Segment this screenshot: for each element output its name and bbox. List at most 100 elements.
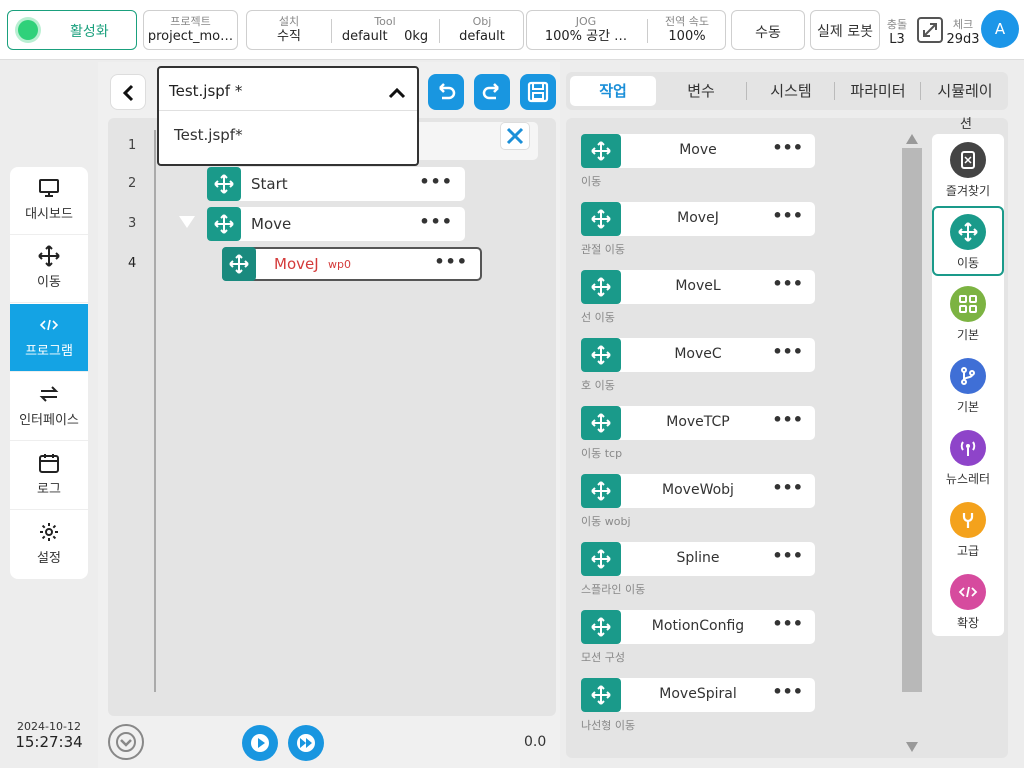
command-item[interactable]: MoveTCP ••• [581,406,815,440]
tab-variables[interactable]: 변수 [658,72,744,110]
tree-node-move[interactable]: Move ••• [207,207,465,241]
more-icon[interactable]: ••• [772,138,803,157]
more-icon[interactable]: ••• [419,212,453,231]
command-item[interactable]: MoveWobj ••• [581,474,815,508]
scroll-thumb[interactable] [902,148,922,692]
category-item[interactable]: 즐겨찾기 [932,142,1004,199]
nav-item-dashboard[interactable]: 대시보드 [10,167,88,235]
category-item[interactable]: 이동 [932,206,1004,276]
top-bar: 활성화 프로젝트 project_mo… 설치 수직 Tool default … [0,0,1024,60]
move-icon [581,406,621,440]
redo-button[interactable] [474,74,510,110]
project-selector[interactable]: 프로젝트 project_mo… [143,10,238,50]
expand-down-button[interactable] [108,724,144,760]
move-icon [950,214,986,250]
command-item[interactable]: Spline ••• [581,542,815,576]
command-item[interactable]: MotionConfig ••• [581,610,815,644]
nav-item-log[interactable]: 로그 [10,442,88,510]
manual-mode-label: 수동 [755,25,781,41]
command-name: MoveSpiral [659,686,737,702]
category-list: 즐겨찾기 이동 기본 기본 뉴스레터 고급 확장 [932,134,1004,636]
scroll-up-icon[interactable] [906,134,918,144]
collapse-toggle-icon[interactable] [179,216,195,228]
nav-item-move[interactable]: 이동 [10,235,88,303]
scroll-down-icon[interactable] [906,742,918,752]
node-label: MoveJ [274,255,319,273]
category-item[interactable]: 기본 [932,286,1004,343]
install-tool-obj-panel[interactable]: 설치 수직 Tool default 0kg Obj default [246,10,524,50]
user-avatar[interactable]: A [981,10,1019,48]
category-item[interactable]: 확장 [932,574,1004,631]
command-item[interactable]: MoveC ••• [581,338,815,372]
command-item[interactable]: MoveL ••• [581,270,815,304]
project-label: 프로젝트 [170,15,211,28]
move-icon [581,134,621,168]
command-item[interactable]: MoveSpiral ••• [581,678,815,712]
scrollbar[interactable] [902,134,922,752]
move-icon [207,207,241,241]
tab-system[interactable]: 시스템 [748,72,834,110]
file-option[interactable]: Test.jspf* [174,126,243,144]
check-label: 체크 [952,18,974,31]
play-button[interactable] [242,725,278,761]
category-item[interactable]: 뉴스레터 [932,430,1004,487]
more-icon[interactable]: ••• [772,478,803,497]
tree-node-start[interactable]: Start ••• [207,167,465,201]
nav-item-interface[interactable]: 인터페이스 [10,373,88,441]
command-name: MoveL [675,278,721,294]
more-icon[interactable]: ••• [772,546,803,565]
close-button[interactable] [500,122,530,150]
collision-indicator[interactable]: 충돌 L3 [882,14,912,48]
tab-task[interactable]: 작업 [570,76,656,106]
more-icon[interactable]: ••• [419,172,453,191]
command-description: 이동 tcp [581,447,623,460]
activate-button[interactable]: 활성화 [7,10,137,50]
command-description: 모션 구성 [581,651,625,664]
global-speed-value: 100% [668,29,706,44]
install-label: 설치 [278,15,300,28]
undo-button[interactable] [428,74,464,110]
line-number: 4 [128,256,137,271]
more-icon[interactable]: ••• [434,252,468,271]
node-label: Move [251,215,292,233]
more-icon[interactable]: ••• [772,614,803,633]
back-button[interactable] [110,74,146,110]
more-icon[interactable]: ••• [772,682,803,701]
category-label: 즐겨찾기 [945,184,991,198]
category-label: 기본 [956,400,980,414]
tool-label: Tool [374,15,396,28]
command-description: 관절 이동 [581,243,625,256]
more-icon[interactable]: ••• [772,274,803,293]
tool-value: default [341,29,388,44]
file-dropdown[interactable]: Test.jspf * Test.jspf* [157,66,419,166]
real-robot-button[interactable]: 실제 로봇 [810,10,880,50]
category-item[interactable]: 고급 [932,502,1004,559]
manual-mode-button[interactable]: 수동 [731,10,805,50]
category-item[interactable]: 기본 [932,358,1004,415]
more-icon[interactable]: ••• [772,342,803,361]
command-item[interactable]: MoveJ ••• [581,202,815,236]
chevron-up-icon[interactable] [385,82,409,106]
left-nav: 대시보드 이동 프로그램 인터페이스 로그 설정 [10,167,88,579]
tree-node-movej[interactable]: MoveJ wp0 ••• [222,247,482,281]
move-icon [222,247,256,281]
more-icon[interactable]: ••• [772,410,803,429]
fast-forward-button[interactable] [288,725,324,761]
swap-icon [39,386,59,402]
nav-item-program[interactable]: 프로그램 [10,304,88,372]
more-icon[interactable]: ••• [772,206,803,225]
save-button[interactable] [520,74,556,110]
tab-simulation[interactable]: 시뮬레이 [922,72,1008,110]
check-indicator[interactable]: 체크 29d3 [946,14,980,48]
status-dot-icon [18,20,38,40]
category-label: 기본 [956,328,980,342]
tab-parameters[interactable]: 파라미터 [836,72,920,110]
command-name: MotionConfig [651,618,745,634]
jog-speed-panel[interactable]: JOG 100% 공간 … 전역 속도 100% [526,10,726,50]
command-description: 이동 wobj [581,515,631,528]
move-icon [38,245,60,267]
nav-item-settings[interactable]: 설정 [10,511,88,579]
command-item[interactable]: Move ••• [581,134,815,168]
fullscreen-icon[interactable] [916,16,944,44]
code-icon [39,319,59,331]
